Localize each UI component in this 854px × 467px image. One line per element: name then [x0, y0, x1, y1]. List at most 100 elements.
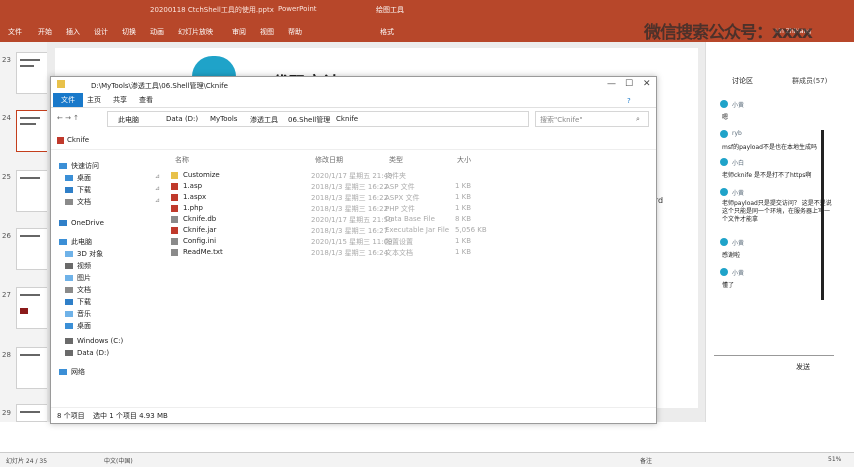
tab-home[interactable]: 开始: [38, 27, 52, 37]
language-indicator[interactable]: 中文(中国): [104, 456, 133, 465]
scrollbar[interactable]: [821, 130, 824, 300]
avatar[interactable]: [720, 158, 728, 166]
breadcrumb-item[interactable]: 渗透工具: [250, 115, 278, 125]
column-header-name[interactable]: 名称: [175, 155, 189, 165]
file-row[interactable]: Cknife.jar 2018/1/3 星期三 16:27 Executable J…: [171, 226, 501, 236]
download-icon: [65, 187, 73, 193]
tab-format[interactable]: 格式: [380, 27, 394, 37]
avatar[interactable]: [720, 238, 728, 246]
tab-review[interactable]: 审阅: [232, 27, 246, 37]
breadcrumb-item[interactable]: Data (D:): [166, 115, 198, 123]
slide-thumbnail[interactable]: [16, 228, 48, 270]
tab-view[interactable]: 视图: [260, 27, 274, 37]
file-row[interactable]: Cknife.db 2020/1/17 星期五 21:50 Data Base Fi…: [171, 215, 501, 225]
pin-icon[interactable]: ⊿: [155, 173, 160, 180]
minimize-icon[interactable]: —: [607, 79, 616, 89]
file-size: 8 KB: [455, 215, 472, 223]
file-explorer-window[interactable]: D:\MyTools\渗透工具\06.Shell管理\Cknife — ☐ ✕ …: [50, 76, 657, 424]
message-author: ryb: [732, 130, 742, 137]
file-row[interactable]: ReadMe.txt 2018/1/3 星期三 16:24 文本文档 1 KB: [171, 248, 501, 258]
help-icon[interactable]: ?: [627, 97, 631, 105]
drive-icon: [65, 350, 73, 356]
column-header-date[interactable]: 修改日期: [315, 155, 343, 165]
tab-insert[interactable]: 插入: [66, 27, 80, 37]
context-tab-label[interactable]: 绘图工具: [376, 5, 404, 15]
nav-item[interactable]: 下载: [65, 185, 91, 195]
nav-item[interactable]: 此电脑: [59, 237, 92, 247]
explorer-ribbon: 文件 主页 共享 查看 ?: [51, 93, 656, 108]
slide-thumbnails: 23 24 25 26 27 28 29: [0, 42, 48, 422]
explorer-doc-tab[interactable]: Cknife: [67, 136, 89, 144]
file-row[interactable]: 1.asp 2018/1/3 星期三 16:22 ASP 文件 1 KB: [171, 182, 501, 192]
avatar[interactable]: [720, 130, 728, 138]
column-header-type[interactable]: 类型: [389, 155, 403, 165]
message-text: 老师cknife 是不是打不了https啊: [722, 172, 812, 179]
breadcrumb-item[interactable]: Cknife: [336, 115, 358, 123]
nav-item[interactable]: 音乐: [65, 309, 91, 319]
tab-members[interactable]: 群成员(57): [792, 76, 827, 86]
file-size: 1 KB: [455, 193, 472, 201]
nav-item[interactable]: 3D 对象: [65, 249, 103, 259]
notes-button[interactable]: 备注: [640, 456, 652, 465]
maximize-icon[interactable]: ☐: [625, 79, 633, 89]
close-icon[interactable]: ✕: [643, 79, 651, 89]
nav-item[interactable]: OneDrive: [59, 219, 104, 227]
nav-item[interactable]: 文档: [65, 285, 91, 295]
nav-item[interactable]: 桌面: [65, 173, 91, 183]
file-row[interactable]: 1.php 2018/1/3 星期三 16:22 PHP 文件 1 KB: [171, 204, 501, 214]
avatar[interactable]: [720, 268, 728, 276]
file-row[interactable]: 1.aspx 2018/1/3 星期三 16:22 ASPX 文件 1 KB: [171, 193, 501, 203]
breadcrumb-item[interactable]: 06.Shell管理: [288, 115, 330, 125]
explorer-titlebar[interactable]: D:\MyTools\渗透工具\06.Shell管理\Cknife — ☐ ✕: [51, 77, 656, 93]
nav-arrows-icon[interactable]: ← → ↑: [57, 114, 79, 122]
nav-item[interactable]: Data (D:): [65, 349, 109, 357]
picture-icon: [65, 275, 73, 281]
nav-item[interactable]: 网络: [59, 367, 85, 377]
thumb-number: 24: [2, 114, 11, 122]
tab-slideshow[interactable]: 幻灯片放映: [178, 27, 213, 37]
pin-icon[interactable]: ⊿: [155, 197, 160, 204]
tab-design[interactable]: 设计: [94, 27, 108, 37]
nav-item[interactable]: 下载: [65, 297, 91, 307]
file-icon: [171, 183, 178, 190]
file-row[interactable]: Customize 2020/1/17 星期五 21:49 文件夹: [171, 171, 501, 181]
ribbon-tab-file[interactable]: 文件: [53, 93, 83, 107]
avatar[interactable]: [720, 100, 728, 108]
slide-thumbnail[interactable]: [16, 52, 48, 94]
tab-discussion[interactable]: 讨论区: [732, 76, 753, 86]
tab-animations[interactable]: 动画: [150, 27, 164, 37]
file-row[interactable]: Config.ini 2020/1/15 星期三 11:09 配置设置 1 KB: [171, 237, 501, 247]
breadcrumb-item[interactable]: 此电脑: [118, 115, 139, 125]
column-header-size[interactable]: 大小: [457, 155, 471, 165]
slide-thumbnail[interactable]: [16, 170, 48, 212]
slide-thumbnail[interactable]: [16, 347, 48, 389]
zoom-level[interactable]: 51%: [828, 456, 841, 463]
search-input[interactable]: 搜索"Cknife" ⌕: [535, 111, 649, 127]
nav-item[interactable]: 桌面: [65, 321, 91, 331]
breadcrumb-item[interactable]: MyTools: [210, 115, 237, 123]
address-bar[interactable]: 此电脑 Data (D:) MyTools 渗透工具 06.Shell管理 Ck…: [107, 111, 529, 127]
network-icon: [59, 369, 67, 375]
slide-thumbnail[interactable]: [16, 404, 48, 422]
tab-file[interactable]: 文件: [8, 27, 22, 37]
nav-item[interactable]: 视频: [65, 261, 91, 271]
pin-icon[interactable]: ⊿: [155, 185, 160, 192]
file-type: Data Base File: [385, 215, 435, 223]
ribbon-tab-home[interactable]: 主页: [87, 95, 101, 105]
send-button[interactable]: 发送: [796, 362, 810, 372]
ribbon-tab-share[interactable]: 共享: [113, 95, 127, 105]
ribbon-tab-view[interactable]: 查看: [139, 95, 153, 105]
desktop-icon: [65, 323, 73, 329]
message-text: msf的payload不是也在本地生成吗: [722, 144, 817, 151]
nav-item[interactable]: Windows (C:): [65, 337, 123, 345]
message-author: 小黄: [732, 240, 745, 247]
nav-item[interactable]: 文档: [65, 197, 91, 207]
tab-help[interactable]: 帮助: [288, 27, 302, 37]
file-type: ASP 文件: [385, 183, 415, 191]
nav-item[interactable]: 图片: [65, 273, 91, 283]
tab-transitions[interactable]: 切换: [122, 27, 136, 37]
slide-thumbnail[interactable]: [16, 287, 48, 329]
slide-thumbnail-selected[interactable]: [16, 110, 48, 152]
nav-item[interactable]: 快速访问: [59, 161, 99, 171]
avatar[interactable]: [720, 188, 728, 196]
